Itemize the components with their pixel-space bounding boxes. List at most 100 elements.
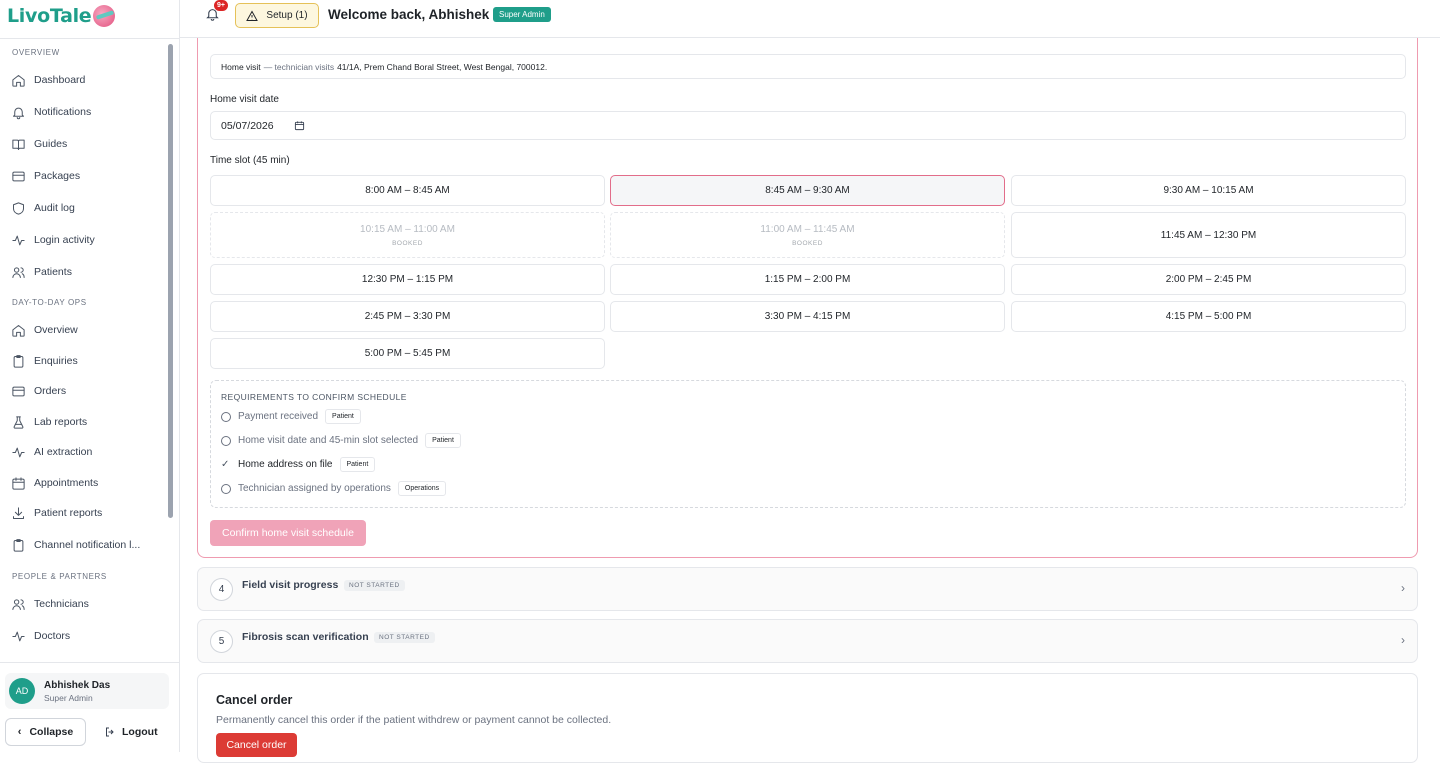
status-badge: NOT STARTED: [344, 580, 405, 591]
cancel-order-button[interactable]: Cancel order: [216, 733, 297, 757]
book-icon: [12, 139, 25, 150]
user-profile[interactable]: AD Abhishek Das Super Admin: [5, 673, 169, 709]
sidebar-scrollbar[interactable]: [168, 44, 173, 518]
users-icon: [12, 598, 25, 610]
slot-label: 2:00 PM – 2:45 PM: [1165, 274, 1252, 285]
sidebar-divider: [0, 38, 180, 39]
flask-icon: [13, 415, 24, 429]
sidebar: LivoTale OVERVIEW Dashboard Notification…: [0, 0, 180, 752]
users-icon: [12, 266, 25, 278]
sidebar-item-channel-notification[interactable]: Channel notification l...: [11, 537, 140, 553]
sidebar-item-patients[interactable]: Patients: [11, 264, 72, 280]
section-day-to-day-ops: DAY-TO-DAY OPS: [12, 298, 87, 307]
cancel-title: Cancel order: [216, 693, 293, 707]
date-input[interactable]: 05/07/2026: [210, 111, 1406, 140]
cancel-order-card: Cancel order Permanently cancel this ord…: [197, 673, 1418, 763]
sidebar-item-ai-extraction[interactable]: AI extraction: [11, 444, 92, 460]
time-slot[interactable]: 11:45 AM – 12:30 PM: [1011, 212, 1406, 258]
requirement-tag: Operations: [397, 481, 447, 496]
requirement-label: Payment received: [238, 411, 319, 422]
sidebar-item-label: Channel notification l...: [34, 539, 141, 551]
logout-button[interactable]: Logout: [104, 718, 158, 746]
setup-label: Setup (1): [266, 10, 308, 21]
setup-button[interactable]: Setup (1): [235, 3, 319, 28]
clipboard-icon: [13, 538, 24, 552]
time-slot[interactable]: 2:45 PM – 3:30 PM: [210, 301, 605, 332]
sidebar-item-label: Appointments: [34, 477, 99, 489]
step-title: Field visit progress: [242, 579, 339, 591]
check-icon: ✓: [221, 458, 230, 470]
logo-text: LivoTale: [7, 5, 92, 27]
slot-label: 11:45 AM – 12:30 PM: [1160, 229, 1257, 241]
requirement-label: Home address on file: [238, 459, 333, 470]
chevron-right-icon: ›: [1401, 633, 1405, 647]
slot-label: 8:45 AM – 9:30 AM: [765, 185, 850, 196]
sidebar-item-notifications[interactable]: Notifications: [11, 104, 91, 120]
step-number: 4: [210, 578, 233, 601]
collapse-button[interactable]: ‹ Collapse: [5, 718, 86, 746]
visit-address-box: Home visit — technician visits 41/1A, Pr…: [210, 54, 1406, 79]
sidebar-item-packages[interactable]: Packages: [11, 168, 80, 184]
chevron-left-icon: ‹: [17, 726, 22, 738]
time-slot[interactable]: 4:15 PM – 5:00 PM: [1011, 301, 1406, 332]
step-number: 5: [210, 630, 233, 653]
slot-label: 1:15 PM – 2:00 PM: [764, 274, 851, 285]
sidebar-item-label: Enquiries: [34, 355, 78, 367]
sidebar-item-dashboard[interactable]: Dashboard: [11, 72, 85, 88]
sidebar-item-patient-reports[interactable]: Patient reports: [11, 505, 102, 521]
slot-label: 8:00 AM – 8:45 AM: [365, 185, 450, 196]
activity-icon: [12, 447, 25, 457]
sidebar-item-technicians[interactable]: Technicians: [11, 596, 89, 612]
requirement-item: Payment received Patient: [221, 409, 361, 424]
time-slot[interactable]: 5:00 PM – 5:45 PM: [210, 338, 605, 369]
logo-mark-icon: [93, 5, 116, 27]
requirement-item: ✓ Home address on file Patient: [221, 457, 376, 472]
slot-label: 2:45 PM – 3:30 PM: [364, 311, 451, 322]
visit-address: 41/1A, Prem Chand Boral Street, West Ben…: [337, 61, 548, 72]
pending-circle-icon: [221, 483, 231, 494]
sidebar-item-label: Doctors: [34, 630, 71, 642]
step-field-visit-progress[interactable]: 4 Field visit progress NOT STARTED ›: [197, 567, 1418, 611]
clipboard-icon: [13, 354, 24, 368]
activity-icon: [12, 631, 25, 641]
notification-count-badge: 9+: [214, 0, 228, 11]
sidebar-item-orders[interactable]: Orders: [11, 383, 66, 399]
sidebar-item-guides[interactable]: Guides: [11, 136, 67, 152]
welcome-title: Welcome back, Abhishek: [328, 7, 490, 22]
slot-label: 9:30 AM – 10:15 AM: [1163, 185, 1254, 196]
sidebar-item-label: Orders: [34, 385, 67, 397]
sidebar-item-appointments[interactable]: Appointments: [11, 475, 98, 491]
slot-label: 12:30 PM – 1:15 PM: [361, 274, 454, 285]
card-icon: [12, 386, 25, 396]
sidebar-item-overview[interactable]: Overview: [11, 322, 78, 338]
app-logo[interactable]: LivoTale: [7, 3, 116, 29]
pending-circle-icon: [221, 435, 231, 446]
sidebar-item-enquiries[interactable]: Enquiries: [11, 353, 78, 369]
sidebar-item-audit-log[interactable]: Audit log: [11, 200, 75, 216]
user-name: Abhishek Das: [44, 679, 111, 691]
time-slot[interactable]: 8:00 AM – 8:45 AM: [210, 175, 605, 206]
sidebar-item-lab-reports[interactable]: Lab reports: [11, 414, 87, 430]
time-slot[interactable]: 12:30 PM – 1:15 PM: [210, 264, 605, 295]
cancel-description: Permanently cancel this order if the pat…: [216, 714, 612, 726]
slot-label: 3:30 PM – 4:15 PM: [764, 311, 851, 322]
confirm-schedule-button[interactable]: Confirm home visit schedule: [210, 520, 366, 546]
time-slot-booked: 10:15 AM – 11:00 AM BOOKED: [210, 212, 605, 258]
slot-label: 11:00 AM – 11:45 AM: [760, 223, 855, 235]
bell-icon: [13, 107, 24, 119]
time-slot[interactable]: 9:30 AM – 10:15 AM: [1011, 175, 1406, 206]
time-slot[interactable]: 3:30 PM – 4:15 PM: [610, 301, 1005, 332]
calendar-icon[interactable]: [294, 120, 305, 131]
time-slot[interactable]: 1:15 PM – 2:00 PM: [610, 264, 1005, 295]
visit-detail: — technician visits: [263, 61, 335, 72]
time-slot-selected[interactable]: 8:45 AM – 9:30 AM: [610, 175, 1005, 206]
sidebar-item-label: Technicians: [34, 598, 89, 610]
download-icon: [13, 506, 24, 519]
calendar-icon: [12, 476, 25, 490]
time-slot[interactable]: 2:00 PM – 2:45 PM: [1011, 264, 1406, 295]
pending-circle-icon: [221, 411, 231, 422]
sidebar-item-doctors[interactable]: Doctors: [11, 628, 70, 644]
sidebar-item-login-activity[interactable]: Login activity: [11, 232, 95, 248]
requirement-tag: Patient: [425, 433, 461, 448]
step-fibrosis-scan-verification[interactable]: 5 Fibrosis scan verification NOT STARTED…: [197, 619, 1418, 663]
